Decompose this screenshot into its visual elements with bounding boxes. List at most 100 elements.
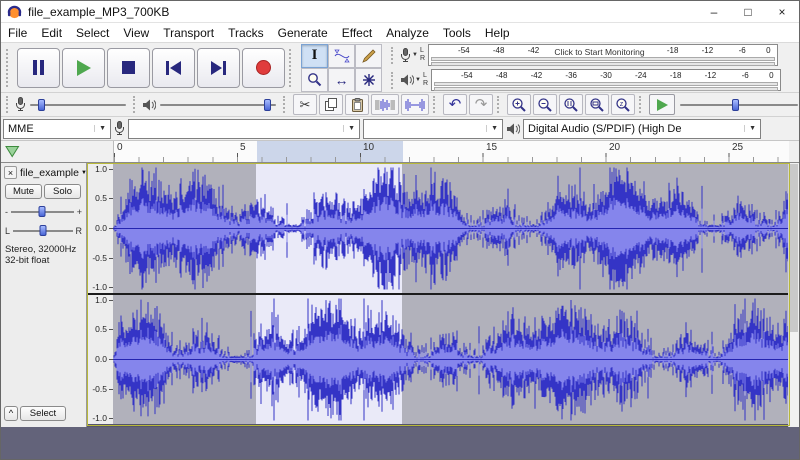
- toolbar-grip[interactable]: [6, 96, 12, 113]
- waveform-right-channel[interactable]: [113, 295, 789, 424]
- envelope-tool-button[interactable]: [328, 43, 355, 68]
- waveform-left-channel[interactable]: [113, 164, 789, 293]
- slider-thumb[interactable]: [732, 98, 739, 111]
- timeline-ruler[interactable]: 0 5 10 15 20 25: [113, 141, 789, 162]
- draw-tool-button[interactable]: [355, 43, 382, 68]
- cut-button[interactable]: ✂: [293, 94, 317, 115]
- meter-scale-label: 0: [766, 46, 771, 55]
- play-icon: [76, 59, 91, 76]
- menu-item-file[interactable]: File: [1, 23, 34, 42]
- playback-volume-slider[interactable]: [160, 96, 276, 114]
- zoom-tool-button[interactable]: [301, 67, 328, 92]
- slider-thumb[interactable]: [264, 98, 271, 111]
- recording-volume-slider[interactable]: [30, 96, 126, 114]
- device-toolbar: MME ▼ ▼ ▼ Digital Audio (S/PDIF) (High De…: [1, 117, 799, 141]
- toolbar-grip[interactable]: [391, 71, 397, 89]
- mute-button[interactable]: Mute: [5, 184, 42, 199]
- toolbar-grip[interactable]: [391, 46, 397, 64]
- stop-button[interactable]: [107, 47, 150, 88]
- toolbar-grip[interactable]: [497, 96, 503, 113]
- zoom-out-button[interactable]: [533, 94, 557, 115]
- trim-audio-button[interactable]: [371, 94, 399, 115]
- close-button[interactable]: ×: [765, 1, 799, 22]
- meter-dropdown-icon[interactable]: ▼: [415, 77, 421, 83]
- menu-item-view[interactable]: View: [116, 23, 156, 42]
- playback-meter-toolbar: ▼ LR -54 -48 -42 -36 -30 -24 -18 -12 -6 …: [388, 69, 782, 92]
- paste-button[interactable]: [345, 94, 369, 115]
- slider-thumb[interactable]: [38, 98, 45, 111]
- recording-device-select[interactable]: ▼: [128, 118, 360, 139]
- vertical-scrollbar[interactable]: [788, 163, 799, 427]
- microphone-icon[interactable]: [400, 47, 411, 63]
- zoom-toggle-button[interactable]: z: [611, 94, 635, 115]
- toolbar-grip[interactable]: [133, 96, 139, 113]
- selection-tool-button[interactable]: I: [301, 43, 328, 68]
- skip-to-end-button[interactable]: [197, 47, 240, 88]
- microphone-icon: [114, 121, 125, 136]
- collapse-track-button[interactable]: ^: [4, 406, 18, 421]
- playback-meter[interactable]: -54 -48 -42 -36 -30 -24 -18 -12 -6 0: [431, 69, 782, 91]
- menu-item-transport[interactable]: Transport: [156, 23, 221, 42]
- play-at-speed-button[interactable]: [649, 94, 675, 115]
- toolbar-grip[interactable]: [639, 96, 645, 113]
- toolbar-grip[interactable]: [6, 48, 13, 87]
- gain-slider[interactable]: - +: [5, 205, 82, 219]
- menu-item-help[interactable]: Help: [478, 23, 517, 42]
- toolbar-grip[interactable]: [283, 96, 289, 113]
- meter-dropdown-icon[interactable]: ▼: [412, 52, 418, 58]
- multi-tool-button[interactable]: [355, 67, 382, 92]
- copy-icon: [324, 97, 338, 112]
- play-speed-slider[interactable]: [680, 96, 798, 114]
- minimize-button[interactable]: –: [697, 1, 731, 22]
- time-shift-icon: ↔: [334, 71, 349, 88]
- menu-item-effect[interactable]: Effect: [335, 23, 379, 42]
- pan-slider[interactable]: L R: [5, 224, 82, 238]
- track-title[interactable]: file_example ▼: [20, 166, 87, 179]
- menu-item-select[interactable]: Select: [69, 23, 116, 42]
- meter-scale-label: -42: [527, 46, 540, 55]
- zoom-in-icon: [511, 97, 527, 112]
- menu-item-edit[interactable]: Edit: [34, 23, 69, 42]
- recording-meter[interactable]: -54 -48 -42 Click to Start Monitoring -1…: [428, 44, 779, 66]
- meter-bar-left: [431, 57, 776, 61]
- playback-device-select[interactable]: Digital Audio (S/PDIF) (High De ▼: [523, 118, 761, 139]
- audio-host-select[interactable]: MME ▼: [3, 118, 111, 139]
- speaker-icon[interactable]: [400, 74, 414, 86]
- time-shift-tool-button[interactable]: ↔: [328, 67, 355, 92]
- slider-thumb[interactable]: [38, 206, 46, 217]
- toolbar-grip[interactable]: [433, 96, 439, 113]
- toolbar-grip[interactable]: [289, 48, 296, 87]
- empty-project-area[interactable]: [1, 427, 799, 459]
- undo-button[interactable]: ↶: [443, 94, 467, 115]
- menu-item-analyze[interactable]: Analyze: [379, 23, 436, 42]
- solo-button[interactable]: Solo: [44, 184, 81, 199]
- recording-channels-select[interactable]: ▼: [363, 118, 503, 139]
- maximize-button[interactable]: □: [731, 1, 765, 22]
- track-bottom-edge: [87, 424, 789, 427]
- timeline-pin-icon[interactable]: [5, 145, 20, 163]
- track-close-button[interactable]: ×: [4, 166, 17, 179]
- menu-item-generate[interactable]: Generate: [271, 23, 335, 42]
- play-button[interactable]: [62, 47, 105, 88]
- select-track-button[interactable]: Select: [20, 406, 66, 421]
- fit-selection-button[interactable]: [559, 94, 583, 115]
- zoom-toggle-icon: z: [615, 97, 631, 112]
- pause-button[interactable]: [17, 47, 60, 88]
- skip-to-start-button[interactable]: [152, 47, 195, 88]
- zoom-in-button[interactable]: [507, 94, 531, 115]
- slider-thumb[interactable]: [39, 225, 47, 236]
- silence-audio-button[interactable]: [401, 94, 429, 115]
- meter-scale-label: 0: [769, 71, 774, 80]
- timeline-tick-label: 25: [732, 142, 744, 153]
- redo-button[interactable]: ↷: [469, 94, 493, 115]
- fit-project-button[interactable]: [585, 94, 609, 115]
- chevron-down-icon: ▼: [94, 125, 106, 132]
- menu-item-tracks[interactable]: Tracks: [221, 23, 271, 42]
- menu-item-tools[interactable]: Tools: [436, 23, 478, 42]
- window-title: file_example_MP3_700KB: [28, 4, 170, 19]
- multi-tool-icon: [362, 73, 376, 87]
- vertical-ruler[interactable]: 1.0 0.5 0.0 -0.5 -1.0 1.0 0.5 0.0 -0.5 -…: [87, 163, 113, 427]
- record-button[interactable]: [242, 47, 285, 88]
- copy-button[interactable]: [319, 94, 343, 115]
- scrollbar-thumb[interactable]: [790, 164, 798, 332]
